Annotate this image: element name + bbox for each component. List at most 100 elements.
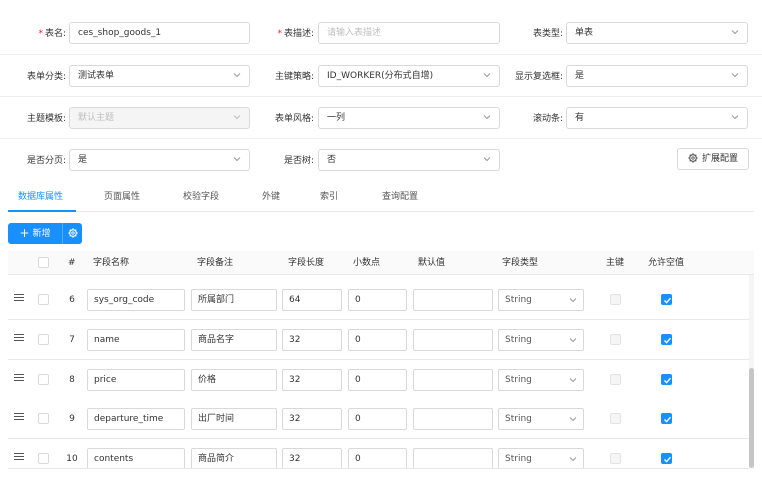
tab-query-config[interactable]: 查询配置 [382,182,418,212]
table-desc-input[interactable]: 请输入表描述 [318,22,500,44]
primary-key-checkbox[interactable] [610,334,621,345]
field-type-value: String [505,414,532,424]
field-name-input[interactable]: contents [87,448,185,468]
check-icon [664,416,672,423]
col-header-decimal: 小数点 [353,258,381,268]
tab-indexes[interactable]: 索引 [320,182,338,212]
nullable-checkbox[interactable] [661,334,672,345]
row-select-checkbox[interactable] [38,453,49,464]
show-checkbox-select[interactable]: 是 [566,65,748,87]
field-type-select[interactable]: String [498,448,584,468]
extend-config-button[interactable]: 扩展配置 [677,148,749,170]
col-header-field-length: 字段长度 [288,258,325,268]
chevron-down-icon [569,337,577,343]
table-scrollbar-thumb[interactable] [749,368,754,468]
paging-select[interactable]: 是 [69,149,250,171]
default-value-input[interactable] [413,408,493,430]
field-comment-input[interactable]: 出厂时间 [191,408,277,430]
drag-handle-icon[interactable] [14,453,24,462]
field-comment-input[interactable]: 商品简介 [191,448,277,468]
decimal-input[interactable]: 0 [348,289,407,311]
table-settings-button[interactable] [62,223,82,244]
field-length-input[interactable]: 32 [282,369,342,391]
field-length-input[interactable]: 32 [282,408,342,430]
drag-handle-icon[interactable] [14,334,24,343]
scrollbar-select[interactable]: 有 [566,107,748,129]
col-header-nullable: 允许空值 [648,258,685,268]
select-all-checkbox[interactable] [38,257,49,268]
table-type-label: 表类型: [532,29,563,39]
field-type-select[interactable]: String [498,408,584,430]
form-category-select[interactable]: 测试表单 [69,65,250,87]
chevron-down-icon [483,72,491,78]
field-name-input[interactable]: departure_time [87,408,185,430]
nullable-checkbox[interactable] [661,453,672,464]
field-type-select[interactable]: String [498,329,584,351]
default-value-input[interactable] [413,329,493,351]
chevron-down-icon [233,156,241,162]
check-icon [664,297,672,304]
theme-template-select[interactable]: 默认主题 [69,107,250,129]
primary-key-checkbox[interactable] [610,374,621,385]
field-name-input[interactable]: sys_org_code [87,289,185,311]
row-select-checkbox[interactable] [38,334,49,345]
decimal-input[interactable]: 0 [348,329,407,351]
chevron-down-icon [569,416,577,422]
is-tree-select[interactable]: 否 [318,149,500,171]
tab-active-indicator [8,210,76,212]
col-header-field-type: 字段类型 [502,258,539,268]
is-tree-label: 是否树: [283,156,314,166]
drag-handle-icon[interactable] [14,413,24,422]
row-select-checkbox[interactable] [38,374,49,385]
check-icon [664,337,672,344]
form-style-label: 表单风格: [274,114,314,124]
table-name-input[interactable]: ces_shop_goods_1 [69,22,250,44]
field-name-input[interactable]: name [87,329,185,351]
primary-key-checkbox[interactable] [610,413,621,424]
tab-database-attributes[interactable]: 数据库属性 [18,182,63,212]
form-row-3: 主题模板: 默认主题 表单风格: 一列 滚动条: 有 [0,107,762,139]
field-comment-input[interactable]: 所属部门 [191,289,277,311]
nullable-checkbox[interactable] [661,374,672,385]
default-value-input[interactable] [413,289,493,311]
row-number: 10 [66,454,78,464]
field-length-input[interactable]: 64 [282,289,342,311]
nullable-checkbox[interactable] [661,413,672,424]
table-type-select[interactable]: 单表 [566,22,748,44]
pk-strategy-select[interactable]: ID_WORKER(分布式自增) [318,65,500,87]
row-select-checkbox[interactable] [38,413,49,424]
row-number: 9 [69,414,75,424]
form-style-select[interactable]: 一列 [318,107,500,129]
drag-handle-icon[interactable] [14,294,24,303]
tab-page-attributes[interactable]: 页面属性 [104,182,140,212]
tab-validation-fields[interactable]: 校验字段 [183,182,219,212]
nullable-checkbox[interactable] [661,294,672,305]
primary-key-checkbox[interactable] [610,453,621,464]
table-name-label: * 表名: [38,29,66,39]
field-type-select[interactable]: String [498,289,584,311]
decimal-input[interactable]: 0 [348,448,407,468]
drag-handle-icon[interactable] [14,374,24,383]
field-comment-input[interactable]: 价格 [191,369,277,391]
tab-bar: 数据库属性 页面属性 校验字段 外键 索引 查询配置 [8,182,754,212]
field-name-input[interactable]: price [87,369,185,391]
check-icon [664,377,672,384]
primary-key-checkbox[interactable] [610,294,621,305]
field-type-select[interactable]: String [498,369,584,391]
table-row: 6 sys_org_code 所属部门 64 0 String [8,280,754,320]
decimal-input[interactable]: 0 [348,369,407,391]
default-value-input[interactable] [413,369,493,391]
chevron-down-icon [569,297,577,303]
gear-icon [688,151,698,171]
add-button[interactable]: + 新增 [8,223,62,244]
tab-foreign-keys[interactable]: 外键 [262,182,280,212]
field-comment-input[interactable]: 商品名字 [191,329,277,351]
chevron-down-icon [233,72,241,78]
chevron-down-icon [233,114,241,120]
default-value-input[interactable] [413,448,493,468]
col-header-primary-key: 主键 [606,258,625,268]
field-length-input[interactable]: 32 [282,448,342,468]
field-length-input[interactable]: 32 [282,329,342,351]
decimal-input[interactable]: 0 [348,408,407,430]
row-select-checkbox[interactable] [38,294,49,305]
